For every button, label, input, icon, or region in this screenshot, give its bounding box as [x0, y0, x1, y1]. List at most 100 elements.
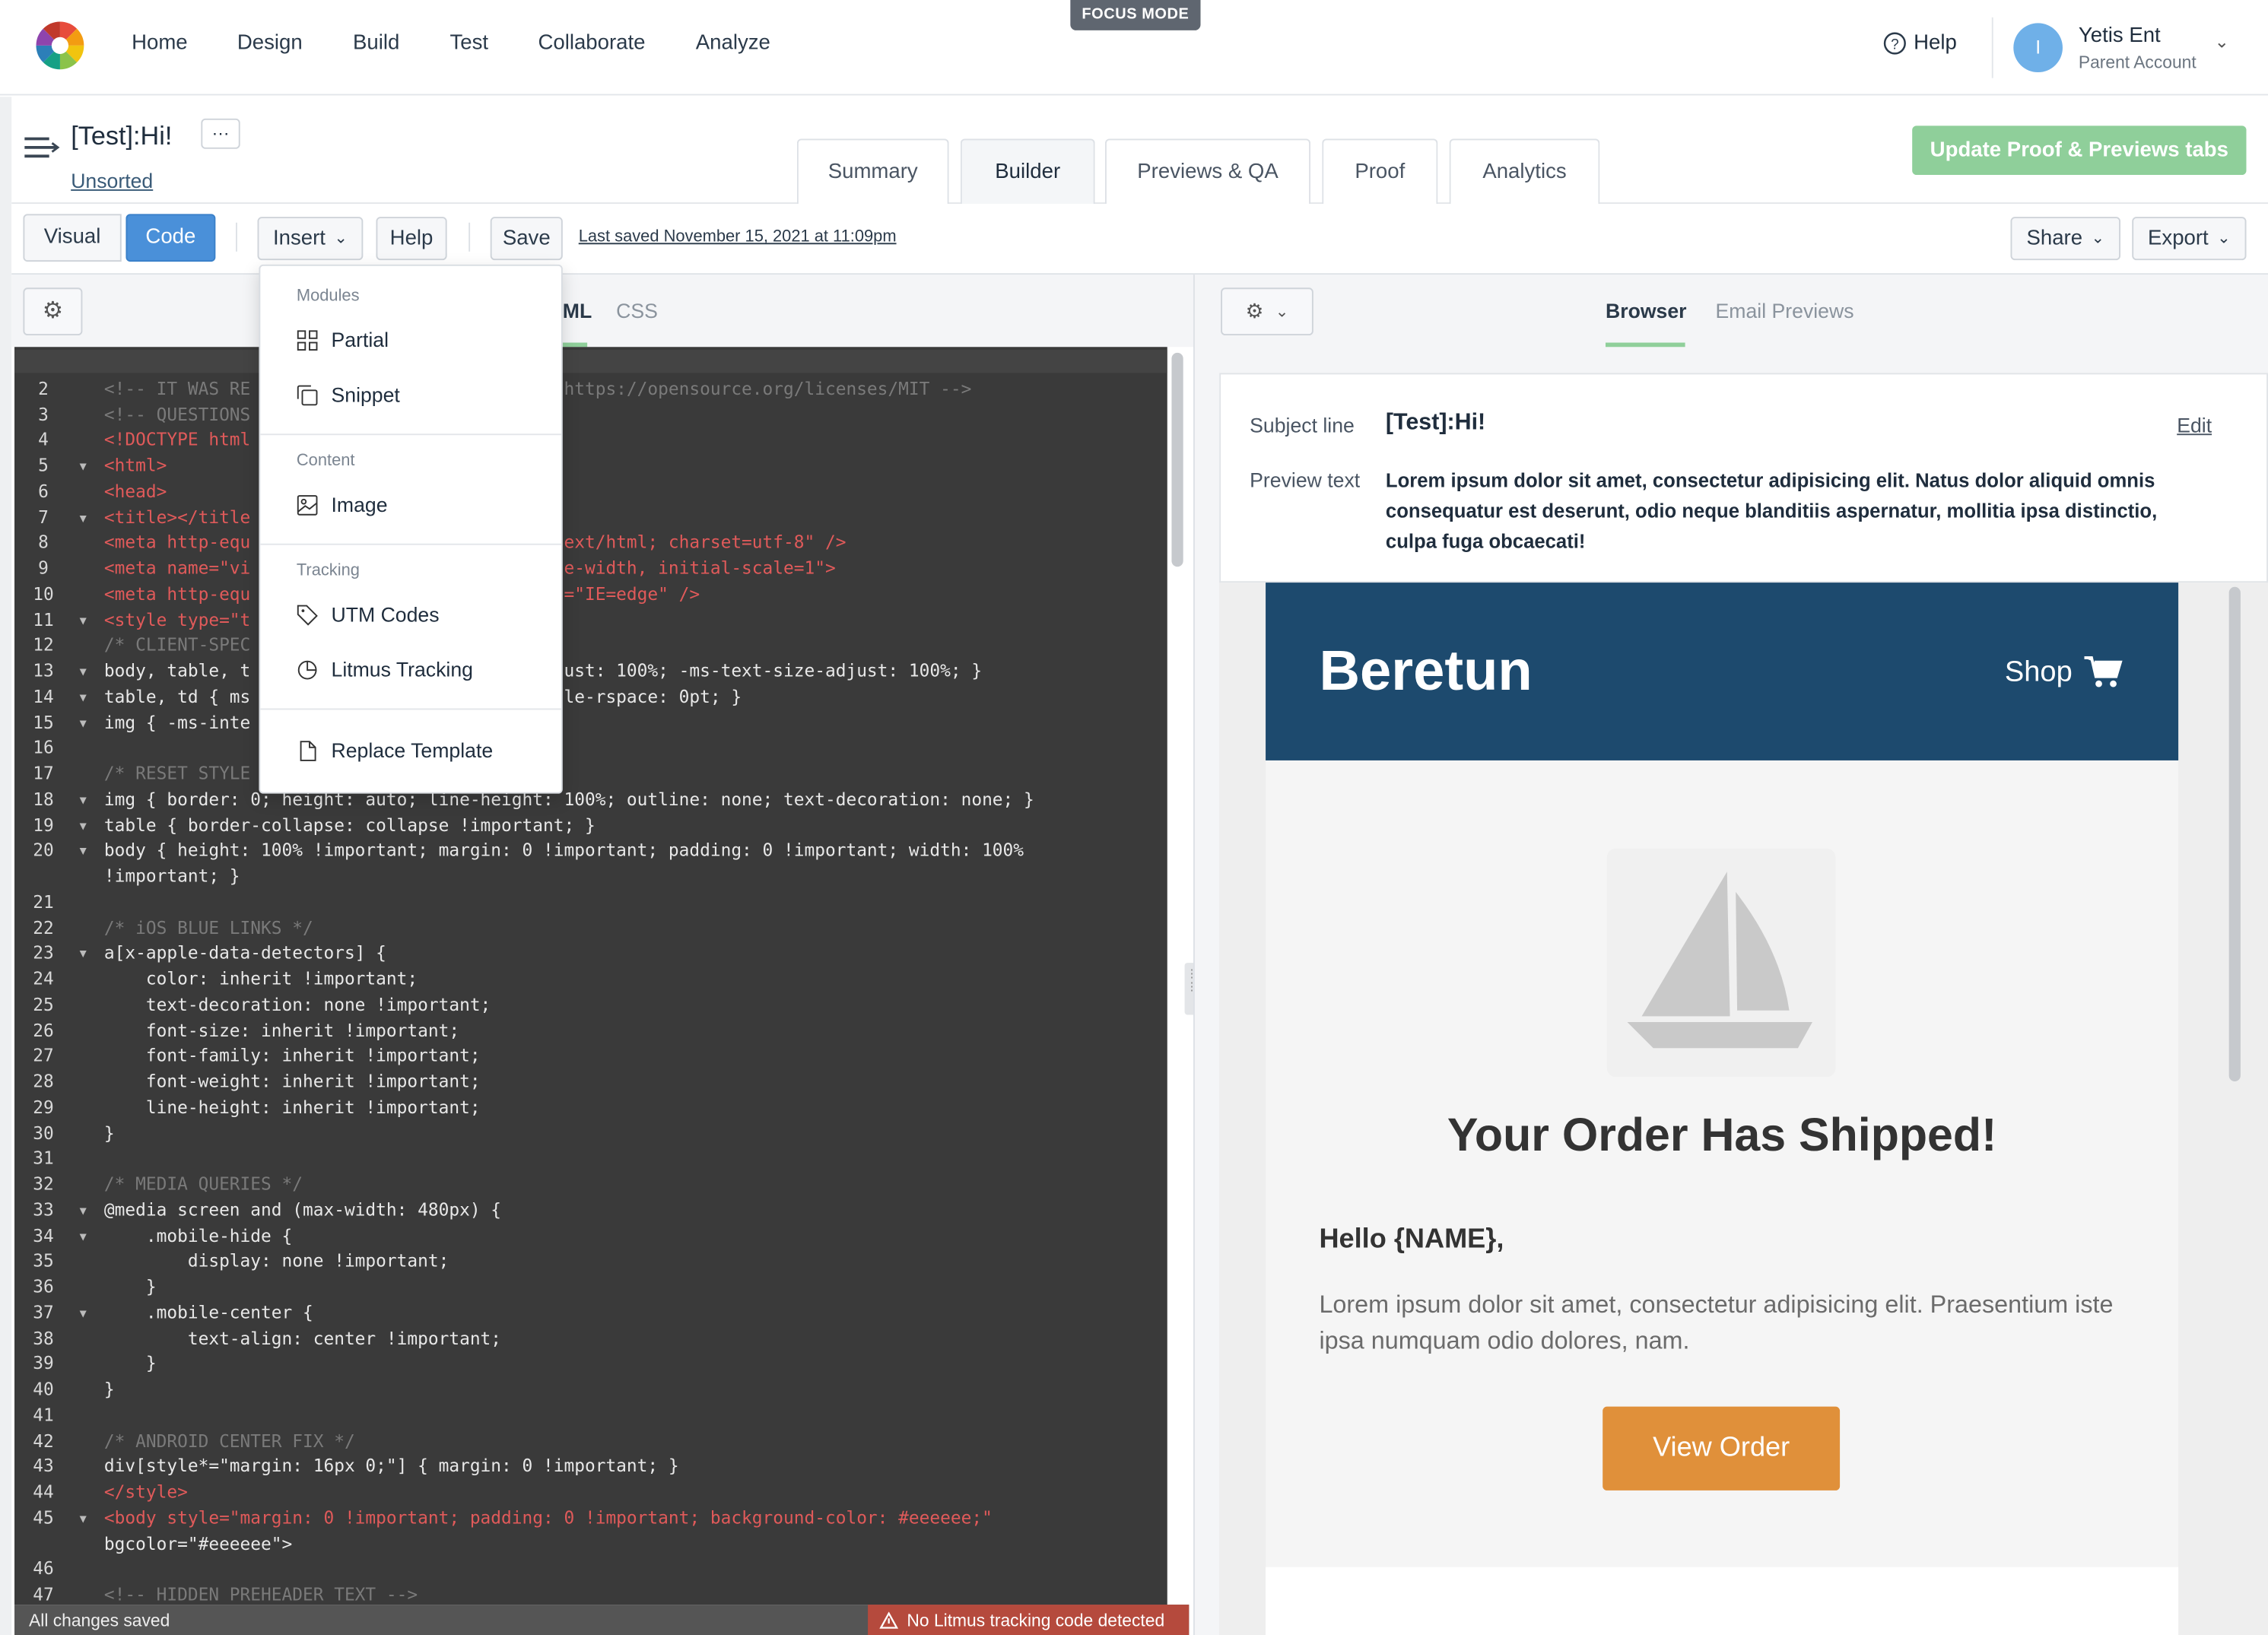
focus-mode-badge[interactable]: FOCUS MODE	[1070, 0, 1201, 30]
nav-test[interactable]: Test	[449, 32, 488, 55]
fold-toggle-icon[interactable]: ▼	[80, 845, 87, 858]
preview-scrollbar[interactable]	[2228, 586, 2241, 1081]
view-order-button[interactable]: View Order	[1603, 1406, 1841, 1491]
tab-html[interactable]: ML	[563, 300, 592, 322]
share-button[interactable]: Share ⌄	[2010, 217, 2121, 261]
code-line[interactable]: </style>	[104, 1482, 188, 1503]
last-saved-link[interactable]: Last saved November 15, 2021 at 11:09pm	[579, 228, 897, 246]
code-line[interactable]: font-weight: inherit !important;	[104, 1071, 481, 1092]
shop-link[interactable]: Shop	[2005, 656, 2073, 690]
tab-css[interactable]: CSS	[616, 300, 658, 322]
settings-gear-icon[interactable]: ⚙	[23, 287, 83, 336]
menu-item-utm-codes[interactable]: UTM Codes	[297, 603, 440, 626]
preview-settings-button[interactable]: ⚙ ⌄	[1221, 287, 1313, 336]
save-button[interactable]: Save	[490, 217, 563, 261]
fold-toggle-icon[interactable]: ▼	[80, 819, 87, 832]
fold-toggle-icon[interactable]: ▼	[80, 511, 87, 524]
code-line[interactable]: a[x-apple-data-detectors] {	[104, 943, 386, 964]
edit-link[interactable]: Edit	[2177, 414, 2212, 437]
page-title[interactable]: [Test]:Hi!	[71, 122, 172, 152]
code-line[interactable]: text-decoration: none !important;	[104, 994, 491, 1014]
fold-toggle-icon[interactable]: ▼	[80, 1512, 87, 1525]
code-line[interactable]: line-height: inherit !important;	[104, 1097, 481, 1117]
export-button[interactable]: Export ⌄	[2132, 217, 2247, 261]
tab-analytics[interactable]: Analytics	[1449, 138, 1600, 205]
insert-dropdown-button[interactable]: Insert ⌄	[257, 217, 364, 261]
user-name[interactable]: Yetis Ent	[2079, 24, 2161, 47]
tab-email-previews[interactable]: Email Previews	[1716, 300, 1854, 322]
more-options-button[interactable]: ···	[201, 118, 240, 149]
code-line[interactable]: div[style*="margin: 16px 0;"] { margin: …	[104, 1456, 679, 1477]
code-line[interactable]: <title></title	[104, 506, 250, 527]
code-line[interactable]: text-align: center !important;	[104, 1328, 501, 1348]
brand-logo[interactable]: Beretun	[1319, 640, 1532, 704]
code-line[interactable]: /* CLIENT-SPEC	[104, 635, 250, 656]
code-line[interactable]: .mobile-hide {	[104, 1225, 292, 1246]
fold-toggle-icon[interactable]: ▼	[80, 665, 87, 678]
avatar[interactable]: I	[2013, 23, 2063, 73]
menu-item-litmus-tracking[interactable]: Litmus Tracking	[297, 658, 473, 681]
code-line[interactable]: !important; }	[104, 866, 240, 887]
code-line[interactable]: img { -ms-inte	[104, 712, 250, 732]
menu-item-image[interactable]: Image	[297, 493, 388, 516]
nav-design[interactable]: Design	[237, 32, 303, 55]
code-line[interactable]: <!-- HIDDEN PREHEADER TEXT -->	[104, 1584, 418, 1605]
chevron-down-icon[interactable]: ⌄	[2215, 32, 2229, 52]
fold-toggle-icon[interactable]: ▼	[80, 460, 87, 473]
nav-build[interactable]: Build	[353, 32, 399, 55]
fold-toggle-icon[interactable]: ▼	[80, 1306, 87, 1319]
code-line[interactable]: }	[104, 1379, 115, 1400]
folder-link[interactable]: Unsorted	[71, 169, 153, 192]
litmus-logo-icon[interactable]	[35, 21, 86, 71]
help-link[interactable]: ? Help	[1883, 32, 1957, 55]
code-line[interactable]: <html>	[104, 456, 167, 476]
code-line[interactable]: font-size: inherit !important;	[104, 1020, 459, 1040]
code-line[interactable]: color: inherit !important;	[104, 969, 418, 989]
tab-builder[interactable]: Builder	[960, 138, 1095, 205]
menu-item-snippet[interactable]: Snippet	[297, 383, 400, 406]
menu-item-replace-template[interactable]: Replace Template	[297, 738, 493, 762]
editor-scrollbar[interactable]	[1171, 352, 1183, 567]
fold-toggle-icon[interactable]: ▼	[80, 1230, 87, 1243]
update-proof-button[interactable]: Update Proof & Previews tabs	[1912, 125, 2247, 176]
code-line[interactable]: }	[104, 1122, 115, 1143]
code-line[interactable]: <style type="t	[104, 609, 250, 630]
code-line[interactable]: }	[104, 1354, 157, 1374]
fold-toggle-icon[interactable]: ▼	[80, 948, 87, 960]
menu-item-partial[interactable]: Partial	[297, 329, 389, 351]
nav-collaborate[interactable]: Collaborate	[538, 32, 645, 55]
fold-toggle-icon[interactable]: ▼	[80, 716, 87, 729]
code-editor[interactable]: 1<!-- THIS EMAI LITMUS http://litmus.com…	[14, 347, 1167, 1605]
code-line[interactable]: /* ANDROID CENTER FIX */	[104, 1430, 355, 1451]
code-line[interactable]: table { border-collapse: collapse !impor…	[104, 814, 596, 835]
code-line[interactable]: <head>	[104, 481, 167, 502]
code-line[interactable]: <!DOCTYPE html	[104, 430, 250, 450]
code-line[interactable]: img { border: 0; height: auto; line-heig…	[104, 789, 1034, 809]
code-line[interactable]: }	[104, 1277, 157, 1297]
code-line[interactable]: /* iOS BLUE LINKS */	[104, 917, 313, 938]
visual-mode-button[interactable]: Visual	[23, 214, 122, 262]
code-line[interactable]: .mobile-center {	[104, 1302, 313, 1322]
code-line[interactable]: body { height: 100% !important; margin: …	[104, 840, 1024, 861]
nav-home[interactable]: Home	[132, 32, 188, 55]
tab-previews-qa[interactable]: Previews & QA	[1104, 138, 1311, 205]
code-mode-button[interactable]: Code	[125, 214, 216, 262]
code-line[interactable]: <!-- QUESTIONS	[104, 404, 250, 424]
tab-proof[interactable]: Proof	[1322, 138, 1438, 205]
fold-toggle-icon[interactable]: ▼	[80, 691, 87, 703]
tab-browser[interactable]: Browser	[1606, 300, 1687, 322]
menu-collapse-icon[interactable]	[23, 133, 60, 165]
tracking-warning[interactable]: No Litmus tracking code detected	[868, 1605, 1190, 1635]
code-line[interactable]: /* RESET STYLE	[104, 764, 250, 784]
code-line[interactable]: display: none !important;	[104, 1251, 449, 1271]
nav-analyze[interactable]: Analyze	[696, 32, 770, 55]
fold-toggle-icon[interactable]: ▼	[80, 614, 87, 627]
code-line[interactable]: <body style="margin: 0 !important; paddi…	[104, 1507, 993, 1528]
help-button[interactable]: Help	[376, 217, 447, 261]
fold-toggle-icon[interactable]: ▼	[80, 1204, 87, 1217]
code-line[interactable]: bgcolor="#eeeeee">	[104, 1533, 292, 1554]
fold-toggle-icon[interactable]: ▼	[80, 793, 87, 806]
code-line[interactable]: /* MEDIA QUERIES */	[104, 1174, 303, 1195]
tab-summary[interactable]: Summary	[796, 138, 949, 205]
code-line[interactable]: font-family: inherit !important;	[104, 1046, 481, 1066]
